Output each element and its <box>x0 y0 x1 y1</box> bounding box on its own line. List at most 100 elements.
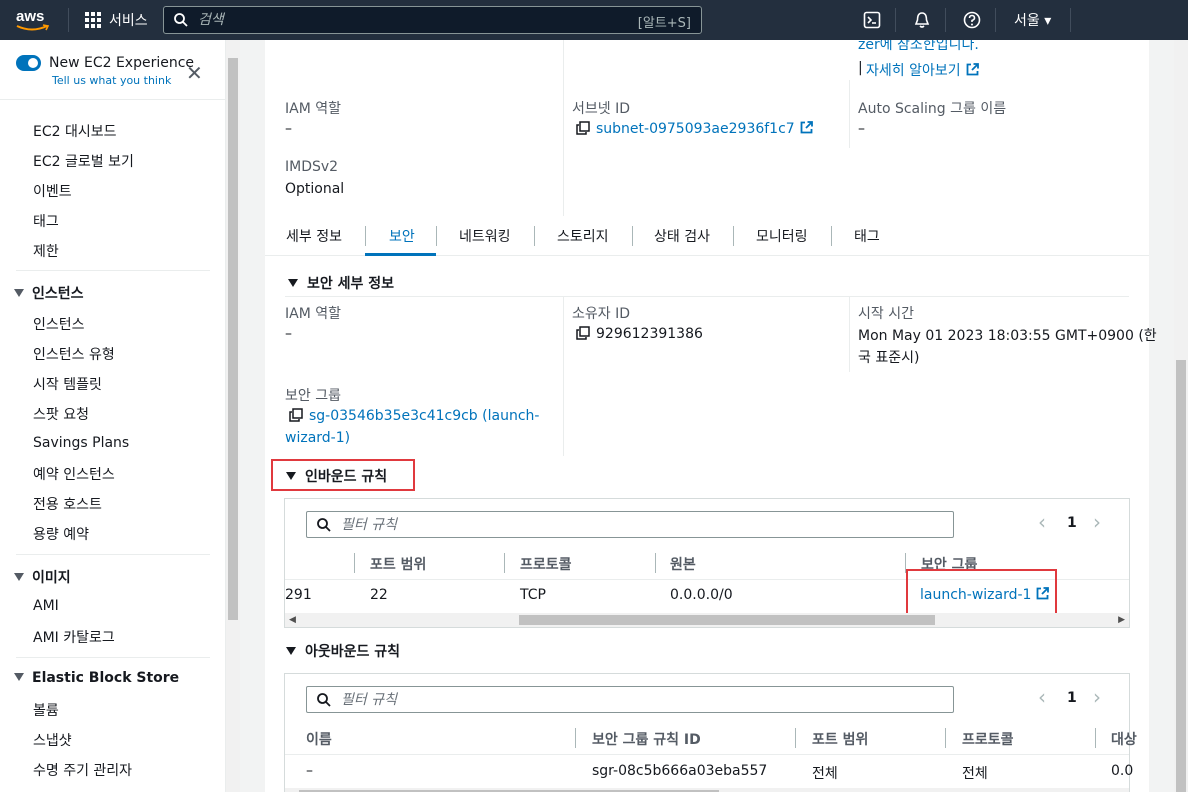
prev-page-icon[interactable]: ‹ <box>1038 512 1046 532</box>
sidebar-item-events[interactable]: 이벤트 <box>33 181 72 201</box>
top-navigation: aws 서비스 [알트+S] 서울 ▾ <box>0 0 1188 40</box>
prev-page-icon[interactable]: ‹ <box>1038 687 1046 707</box>
tab-status-checks[interactable]: 상태 검사 <box>654 226 710 246</box>
detail-tabs: 세부 정보 보안 네트워킹 스토리지 상태 검사 모니터링 태그 <box>265 216 1149 256</box>
cell-cut: 291 <box>285 587 312 603</box>
page-number[interactable]: 1 <box>1067 690 1077 706</box>
copy-icon[interactable] <box>289 408 303 422</box>
aws-logo[interactable]: aws <box>16 8 52 34</box>
tab-storage[interactable]: 스토리지 <box>557 226 609 246</box>
help-icon[interactable] <box>963 11 981 29</box>
security-group-link[interactable]: sg-03546b35e3c41c9cb (launch- <box>289 408 539 424</box>
region-selector[interactable]: 서울 ▾ <box>1014 10 1051 30</box>
sidebar-item-volumes[interactable]: 볼륨 <box>33 700 59 720</box>
sidebar-item-tags[interactable]: 태그 <box>33 211 59 231</box>
cell-protocol: 전체 <box>962 766 988 782</box>
security-group-label: 보안 그룹 <box>285 388 341 404</box>
iam-role-value: – <box>285 121 292 137</box>
cell-port: 전체 <box>812 766 838 782</box>
col-source[interactable]: 원본 <box>670 554 696 574</box>
nav-divider <box>68 8 69 32</box>
services-menu[interactable]: 서비스 <box>109 10 148 30</box>
owner-id-label: 소유자 ID <box>572 306 630 322</box>
cell-port: 22 <box>370 587 388 603</box>
highlight-box <box>906 569 1057 618</box>
sidebar-item-launch-templates[interactable]: 시작 템플릿 <box>33 374 102 394</box>
col-port-range[interactable]: 포트 범위 <box>370 554 426 574</box>
tab-tags[interactable]: 태그 <box>854 226 880 246</box>
col-port-range[interactable]: 포트 범위 <box>812 729 868 749</box>
next-page-icon[interactable]: › <box>1093 512 1101 532</box>
bell-icon[interactable] <box>913 11 931 29</box>
main-scrollbar[interactable] <box>1174 40 1188 792</box>
horizontal-scrollbar[interactable]: ◀ ▶ <box>285 613 1129 627</box>
sidebar-item-reserved-instances[interactable]: 예약 인스턴스 <box>33 464 115 484</box>
col-protocol[interactable]: 프로토콜 <box>520 554 572 574</box>
tab-monitoring[interactable]: 모니터링 <box>756 226 808 246</box>
col-name[interactable]: 이름 <box>306 729 332 749</box>
sidebar-item-snapshots[interactable]: 스냅샷 <box>33 730 72 750</box>
cell-destination: 0.0 <box>1111 763 1134 779</box>
close-icon[interactable]: ✕ <box>186 63 203 83</box>
sidebar: New EC2 Experience Tell us what you thin… <box>0 40 226 792</box>
subnet-link[interactable]: subnet-0975093ae2936f1c7 <box>576 121 813 137</box>
inbound-filter-input[interactable] <box>341 515 901 535</box>
sidebar-section-instances[interactable]: 인스턴스 <box>14 283 84 303</box>
services-grid-icon[interactable] <box>85 12 101 28</box>
sidebar-item-dedicated-hosts[interactable]: 전용 호스트 <box>33 494 102 514</box>
external-link-icon <box>966 63 979 76</box>
col-protocol[interactable]: 프로토콜 <box>962 729 1014 749</box>
page-number[interactable]: 1 <box>1067 515 1077 531</box>
caret-down-icon <box>14 289 24 297</box>
cloudshell-icon[interactable] <box>863 11 881 29</box>
caret-down-icon <box>286 647 296 655</box>
sidebar-item-lifecycle-manager[interactable]: 수명 주기 관리자 <box>33 760 132 780</box>
new-experience-banner: New EC2 Experience Tell us what you thin… <box>0 40 225 100</box>
tab-security[interactable]: 보안 <box>389 226 415 246</box>
sidebar-item-instance-types[interactable]: 인스턴스 유형 <box>33 344 115 364</box>
tab-networking[interactable]: 네트워킹 <box>459 226 511 246</box>
sidebar-item-spot-requests[interactable]: 스팟 요청 <box>33 404 89 424</box>
tab-details[interactable]: 세부 정보 <box>286 226 342 246</box>
inbound-rules-header[interactable]: 인바운드 규칙 <box>286 466 387 486</box>
cell-name: – <box>306 763 313 779</box>
security-group-link-cont[interactable]: wizard-1) <box>285 430 350 446</box>
sidebar-item-ami[interactable]: AMI <box>33 598 59 614</box>
sidebar-item-limits[interactable]: 제한 <box>33 241 59 261</box>
learn-more-link[interactable]: 자세히 알아보기 <box>866 60 979 80</box>
outbound-filter[interactable] <box>306 686 954 713</box>
learn-more-prefix: | <box>858 60 863 76</box>
launch-time-label: 시작 시간 <box>858 306 914 322</box>
copy-icon[interactable] <box>576 326 590 340</box>
search-input[interactable] <box>198 10 618 30</box>
inbound-filter[interactable] <box>306 511 954 538</box>
outbound-rules-header[interactable]: 아웃바운드 규칙 <box>286 641 400 661</box>
sidebar-item-capacity-reservations[interactable]: 용량 예약 <box>33 524 89 544</box>
sidebar-item-instances[interactable]: 인스턴스 <box>33 314 85 334</box>
search-shortcut: [알트+S] <box>637 16 691 31</box>
owner-id-value: 929612391386 <box>576 326 703 342</box>
security-details-header[interactable]: 보안 세부 정보 <box>288 273 394 293</box>
search-icon <box>317 518 331 532</box>
sidebar-scrollbar[interactable] <box>226 40 240 792</box>
feedback-link[interactable]: Tell us what you think <box>52 74 171 87</box>
col-rule-id[interactable]: 보안 그룹 규칙 ID <box>592 729 701 749</box>
outbound-filter-input[interactable] <box>341 690 901 710</box>
caret-down-icon <box>14 573 24 581</box>
cell-rule-id: sgr-08c5b666a03eba557 <box>592 763 768 779</box>
horizontal-scrollbar[interactable] <box>285 788 1129 792</box>
sidebar-item-savings-plans[interactable]: Savings Plans <box>33 435 129 451</box>
sidebar-item-global-view[interactable]: EC2 글로벌 보기 <box>33 151 134 171</box>
sidebar-item-dashboard[interactable]: EC2 대시보드 <box>33 121 117 141</box>
sidebar-section-images[interactable]: 이미지 <box>14 567 71 587</box>
asg-value: – <box>858 121 865 137</box>
search-icon <box>174 13 188 27</box>
copy-icon[interactable] <box>576 121 590 135</box>
col-destination[interactable]: 대상 <box>1111 729 1137 749</box>
next-page-icon[interactable]: › <box>1093 687 1101 707</box>
sidebar-item-ami-catalog[interactable]: AMI 카탈로그 <box>33 627 115 647</box>
global-search[interactable]: [알트+S] <box>163 6 702 34</box>
new-experience-toggle[interactable] <box>16 55 41 71</box>
security-iam-role-value: – <box>285 326 292 342</box>
sidebar-section-ebs[interactable]: Elastic Block Store <box>14 670 179 686</box>
